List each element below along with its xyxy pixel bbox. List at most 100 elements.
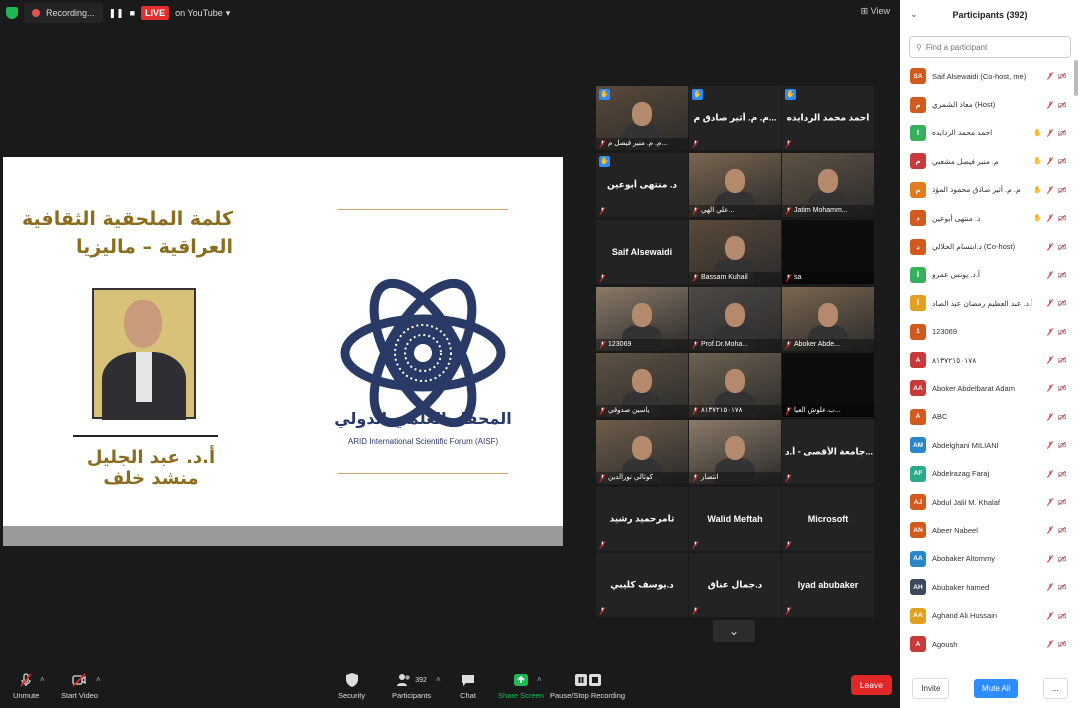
pause-icon[interactable]: ❚❚ xyxy=(109,8,124,19)
mic-muted-icon xyxy=(1046,413,1054,421)
avatar: AA xyxy=(910,380,926,397)
video-tile[interactable]: ٨١٣٧٢١٥٠١٧٨ xyxy=(689,353,781,417)
video-tile[interactable]: م. م. منير فيصل م... ✋ xyxy=(596,86,688,150)
gallery-next-page-button[interactable]: ⌄ xyxy=(713,620,755,642)
participant-name: Abeer Nabeel xyxy=(932,525,978,535)
participant-row[interactable]: A Agoush xyxy=(900,630,1072,658)
chat-button[interactable]: Chat xyxy=(460,672,476,700)
live-stream-target[interactable]: on YouTube ▾ xyxy=(175,8,230,19)
mic-muted-icon xyxy=(692,140,699,148)
leave-button[interactable]: Leave xyxy=(850,675,892,695)
avatar: SA xyxy=(910,68,926,85)
live-badge[interactable]: LIVE xyxy=(141,6,170,20)
participants-options-caret-icon[interactable]: ˄ xyxy=(436,675,441,684)
participant-name: Abdelghani MILIANI xyxy=(932,440,999,450)
unmute-button[interactable]: Unmute xyxy=(13,672,39,700)
security-button[interactable]: Security xyxy=(338,672,365,700)
video-options-caret-icon[interactable]: ˄ xyxy=(96,675,101,684)
participant-name-caption: sa xyxy=(782,272,874,284)
participant-row[interactable]: ا احمد محمد الردايده ✋ xyxy=(900,119,1072,147)
participant-name: Abdelrazag Faraj xyxy=(932,469,990,479)
chat-label: Chat xyxy=(460,691,476,700)
participant-row[interactable]: A ABC xyxy=(900,403,1072,431)
participant-row[interactable]: م معاذ الشمري (Host) xyxy=(900,90,1072,118)
participant-row[interactable]: SA Saif Alsewaidi (Co-host, me) xyxy=(900,62,1072,90)
participant-row[interactable]: AA Aghand Ali Hussain xyxy=(900,601,1072,629)
participant-row[interactable]: AF Abdelrazag Faraj xyxy=(900,459,1072,487)
video-tile[interactable]: ب.علوش العيا... xyxy=(782,353,874,417)
mute-all-button[interactable]: Mute All xyxy=(973,678,1019,698)
participant-row[interactable]: د د. منتهى أبوعين ✋ xyxy=(900,204,1072,232)
recording-button[interactable]: Pause/Stop Recording xyxy=(550,672,625,700)
participant-search[interactable]: ⚲ xyxy=(909,36,1071,58)
video-tile[interactable]: د.يوسف كليبي xyxy=(596,553,688,617)
video-off-icon xyxy=(1058,413,1066,420)
participant-row[interactable]: AA Aboker Abdelbarat Adam xyxy=(900,374,1072,402)
start-video-button[interactable]: Start Video xyxy=(61,672,98,700)
participants-button[interactable]: 392 Participants xyxy=(392,672,431,700)
collapse-chevron-icon[interactable]: ⌄ xyxy=(910,9,918,20)
video-tile[interactable]: Microsoft xyxy=(782,487,874,551)
mic-muted-icon xyxy=(1046,185,1054,194)
video-tile[interactable]: ياسين صدوقي xyxy=(596,353,688,417)
video-tile[interactable]: Prof.Dr.Moha... xyxy=(689,287,781,351)
avatar: A xyxy=(910,636,926,652)
participant-row[interactable]: م م. م. أثير صادق محمود المؤذ ✋ xyxy=(900,176,1072,204)
meeting-toolbar: Unmute ˄ Start Video ˄ Security 392 Part… xyxy=(0,662,900,708)
mic-muted-icon xyxy=(1046,441,1054,450)
mic-muted-icon xyxy=(785,474,792,482)
video-tile[interactable]: Saif Alsewaidi xyxy=(596,220,688,284)
video-tile[interactable]: ثامرحميد رشيد xyxy=(596,487,688,551)
video-tile[interactable]: Bassam Kuhail xyxy=(689,220,781,284)
participants-scrollbar[interactable] xyxy=(1074,60,1078,96)
avatar: أ xyxy=(910,295,926,312)
stop-icon[interactable]: ■ xyxy=(130,8,135,18)
participant-search-input[interactable] xyxy=(925,42,1056,52)
video-tile[interactable]: انتصار xyxy=(689,420,781,484)
view-button[interactable]: ⊞ View xyxy=(861,6,890,17)
audio-options-caret-icon[interactable]: ˄ xyxy=(40,675,45,684)
participant-row[interactable]: 1 123069 xyxy=(900,318,1072,346)
participant-row[interactable]: AN Abeer Nabeel xyxy=(900,516,1072,544)
participant-row[interactable]: د د.ابتسام الحلالي (Co-host) xyxy=(900,232,1072,260)
participants-header: ⌄ Participants (392) xyxy=(900,0,1080,30)
participant-name-caption: انتصار xyxy=(689,472,781,484)
avatar: د xyxy=(910,210,926,227)
video-tile[interactable]: Iyad abubaker xyxy=(782,553,874,617)
video-off-icon xyxy=(72,673,87,687)
video-tile[interactable]: Aboker Abde... xyxy=(782,287,874,351)
participant-row[interactable]: A ٨١٣٧٢١٥٠١٧٨ xyxy=(900,346,1072,374)
video-tile[interactable]: د.جمال عناق xyxy=(689,553,781,617)
recording-control-label: Pause/Stop Recording xyxy=(550,691,626,700)
participant-row[interactable]: AJ Abdul Jalil M. Khalaf xyxy=(900,488,1072,516)
participant-row[interactable]: م م. منير فيصل مشعبي ✋ xyxy=(900,147,1072,175)
video-tile[interactable]: د. منتهى أبوعين ✋ xyxy=(596,153,688,217)
more-button[interactable]: ... xyxy=(1043,677,1068,699)
mic-muted-icon xyxy=(599,407,606,415)
video-tile[interactable]: sa xyxy=(782,220,874,284)
video-off-icon xyxy=(1058,498,1066,506)
video-tile[interactable]: احمد محمد الردايده ✋ xyxy=(782,86,874,150)
video-off-icon xyxy=(1058,442,1066,449)
video-off-icon xyxy=(1058,186,1066,193)
invite-button[interactable]: Invite xyxy=(912,677,950,699)
participant-row[interactable]: AA Abobaker Altommy xyxy=(900,545,1072,573)
participant-name: Abubaker hamed xyxy=(932,582,990,592)
participant-row[interactable]: AH Abubaker hamed xyxy=(900,573,1072,601)
participant-row[interactable]: أ أ.د. عبد العظيم رمضان عبد الصاد xyxy=(900,289,1072,317)
video-tile[interactable]: علي الهي... xyxy=(689,153,781,217)
recording-indicator[interactable]: Recording... xyxy=(24,3,103,23)
recording-dot-icon xyxy=(32,9,40,17)
participant-row[interactable]: أ أ.د. يونس عمرو xyxy=(900,261,1072,289)
video-tile[interactable]: كوثالي نورالدين xyxy=(596,420,688,484)
video-tile[interactable]: جامعة الأقصى - أ.د... xyxy=(782,420,874,484)
participant-status-icons xyxy=(1046,554,1066,563)
participant-row[interactable]: AM Abdelghani MILIANI xyxy=(900,431,1072,459)
share-options-caret-icon[interactable]: ˄ xyxy=(537,675,542,684)
video-tile[interactable]: 123069 xyxy=(596,287,688,351)
video-tile[interactable]: م. م. أثير صادق م... ✋ xyxy=(689,86,781,150)
video-tile[interactable]: Jatim Mohamm... xyxy=(782,153,874,217)
encryption-shield-icon[interactable] xyxy=(6,7,18,19)
video-off-icon xyxy=(1058,243,1066,250)
video-tile[interactable]: Walid Meftah xyxy=(689,487,781,551)
